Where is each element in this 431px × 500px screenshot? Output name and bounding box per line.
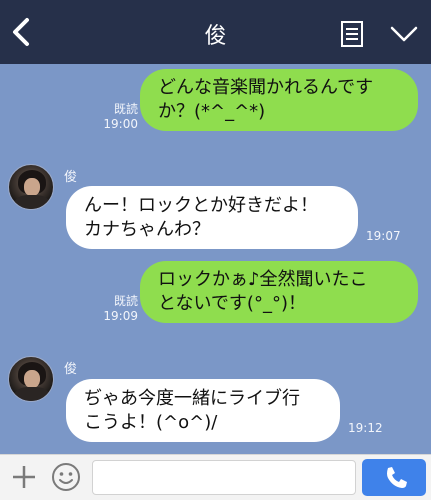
message-input-bar — [0, 454, 431, 500]
read-label: 既読 — [113, 102, 138, 116]
phone-icon — [387, 467, 407, 488]
sender-name: 俊 — [64, 170, 78, 185]
message-time: 19:07 — [366, 229, 401, 243]
read-label: 既読 — [113, 294, 138, 308]
chevron-down-icon[interactable] — [388, 22, 420, 46]
call-button[interactable] — [362, 459, 426, 496]
notes-icon[interactable] — [340, 20, 364, 48]
message-text-line: ぢゃあ今度一緒にライブ行 — [84, 388, 300, 409]
message-time: 19:12 — [348, 421, 383, 435]
chat-title: 俊 — [204, 24, 227, 49]
message-text-line: どんな音楽聞かれるんです — [158, 77, 374, 98]
message-time: 19:00 — [103, 117, 138, 131]
avatar[interactable] — [8, 164, 54, 210]
avatar[interactable] — [8, 356, 54, 402]
message-text-line: カナちゃんわ？ — [84, 219, 210, 240]
read-receipt: 既読 19:09 — [100, 294, 138, 324]
message-text-line: こうよ！(^o^)/ — [84, 412, 218, 433]
chat-header: 俊 — [0, 0, 431, 64]
emoji-icon[interactable] — [50, 461, 82, 493]
message-text-line: とないです(°_°)！ — [158, 293, 306, 314]
chat-area[interactable]: 既読 19:00 どんな音楽聞かれるんです か？(*^_^*) 俊 んー！ロック… — [0, 64, 431, 454]
plus-icon[interactable] — [10, 463, 38, 491]
message-text-line: ロックかぁ♪全然聞いたこ — [158, 269, 368, 290]
sent-message-bubble[interactable]: どんな音楽聞かれるんです か？(*^_^*) — [140, 69, 418, 131]
message-time: 19:09 — [103, 309, 138, 323]
message-text-line: んー！ロックとか好きだよ！ — [84, 195, 318, 216]
message-text-line: か？(*^_^*) — [158, 101, 266, 122]
read-receipt: 既読 19:00 — [100, 102, 138, 132]
received-message-bubble[interactable]: んー！ロックとか好きだよ！ カナちゃんわ？ — [66, 186, 358, 249]
message-input[interactable] — [92, 460, 356, 495]
sent-message-bubble[interactable]: ロックかぁ♪全然聞いたこ とないです(°_°)！ — [140, 261, 418, 323]
sender-name: 俊 — [64, 362, 78, 377]
received-message-bubble[interactable]: ぢゃあ今度一緒にライブ行 こうよ！(^o^)/ — [66, 379, 340, 442]
